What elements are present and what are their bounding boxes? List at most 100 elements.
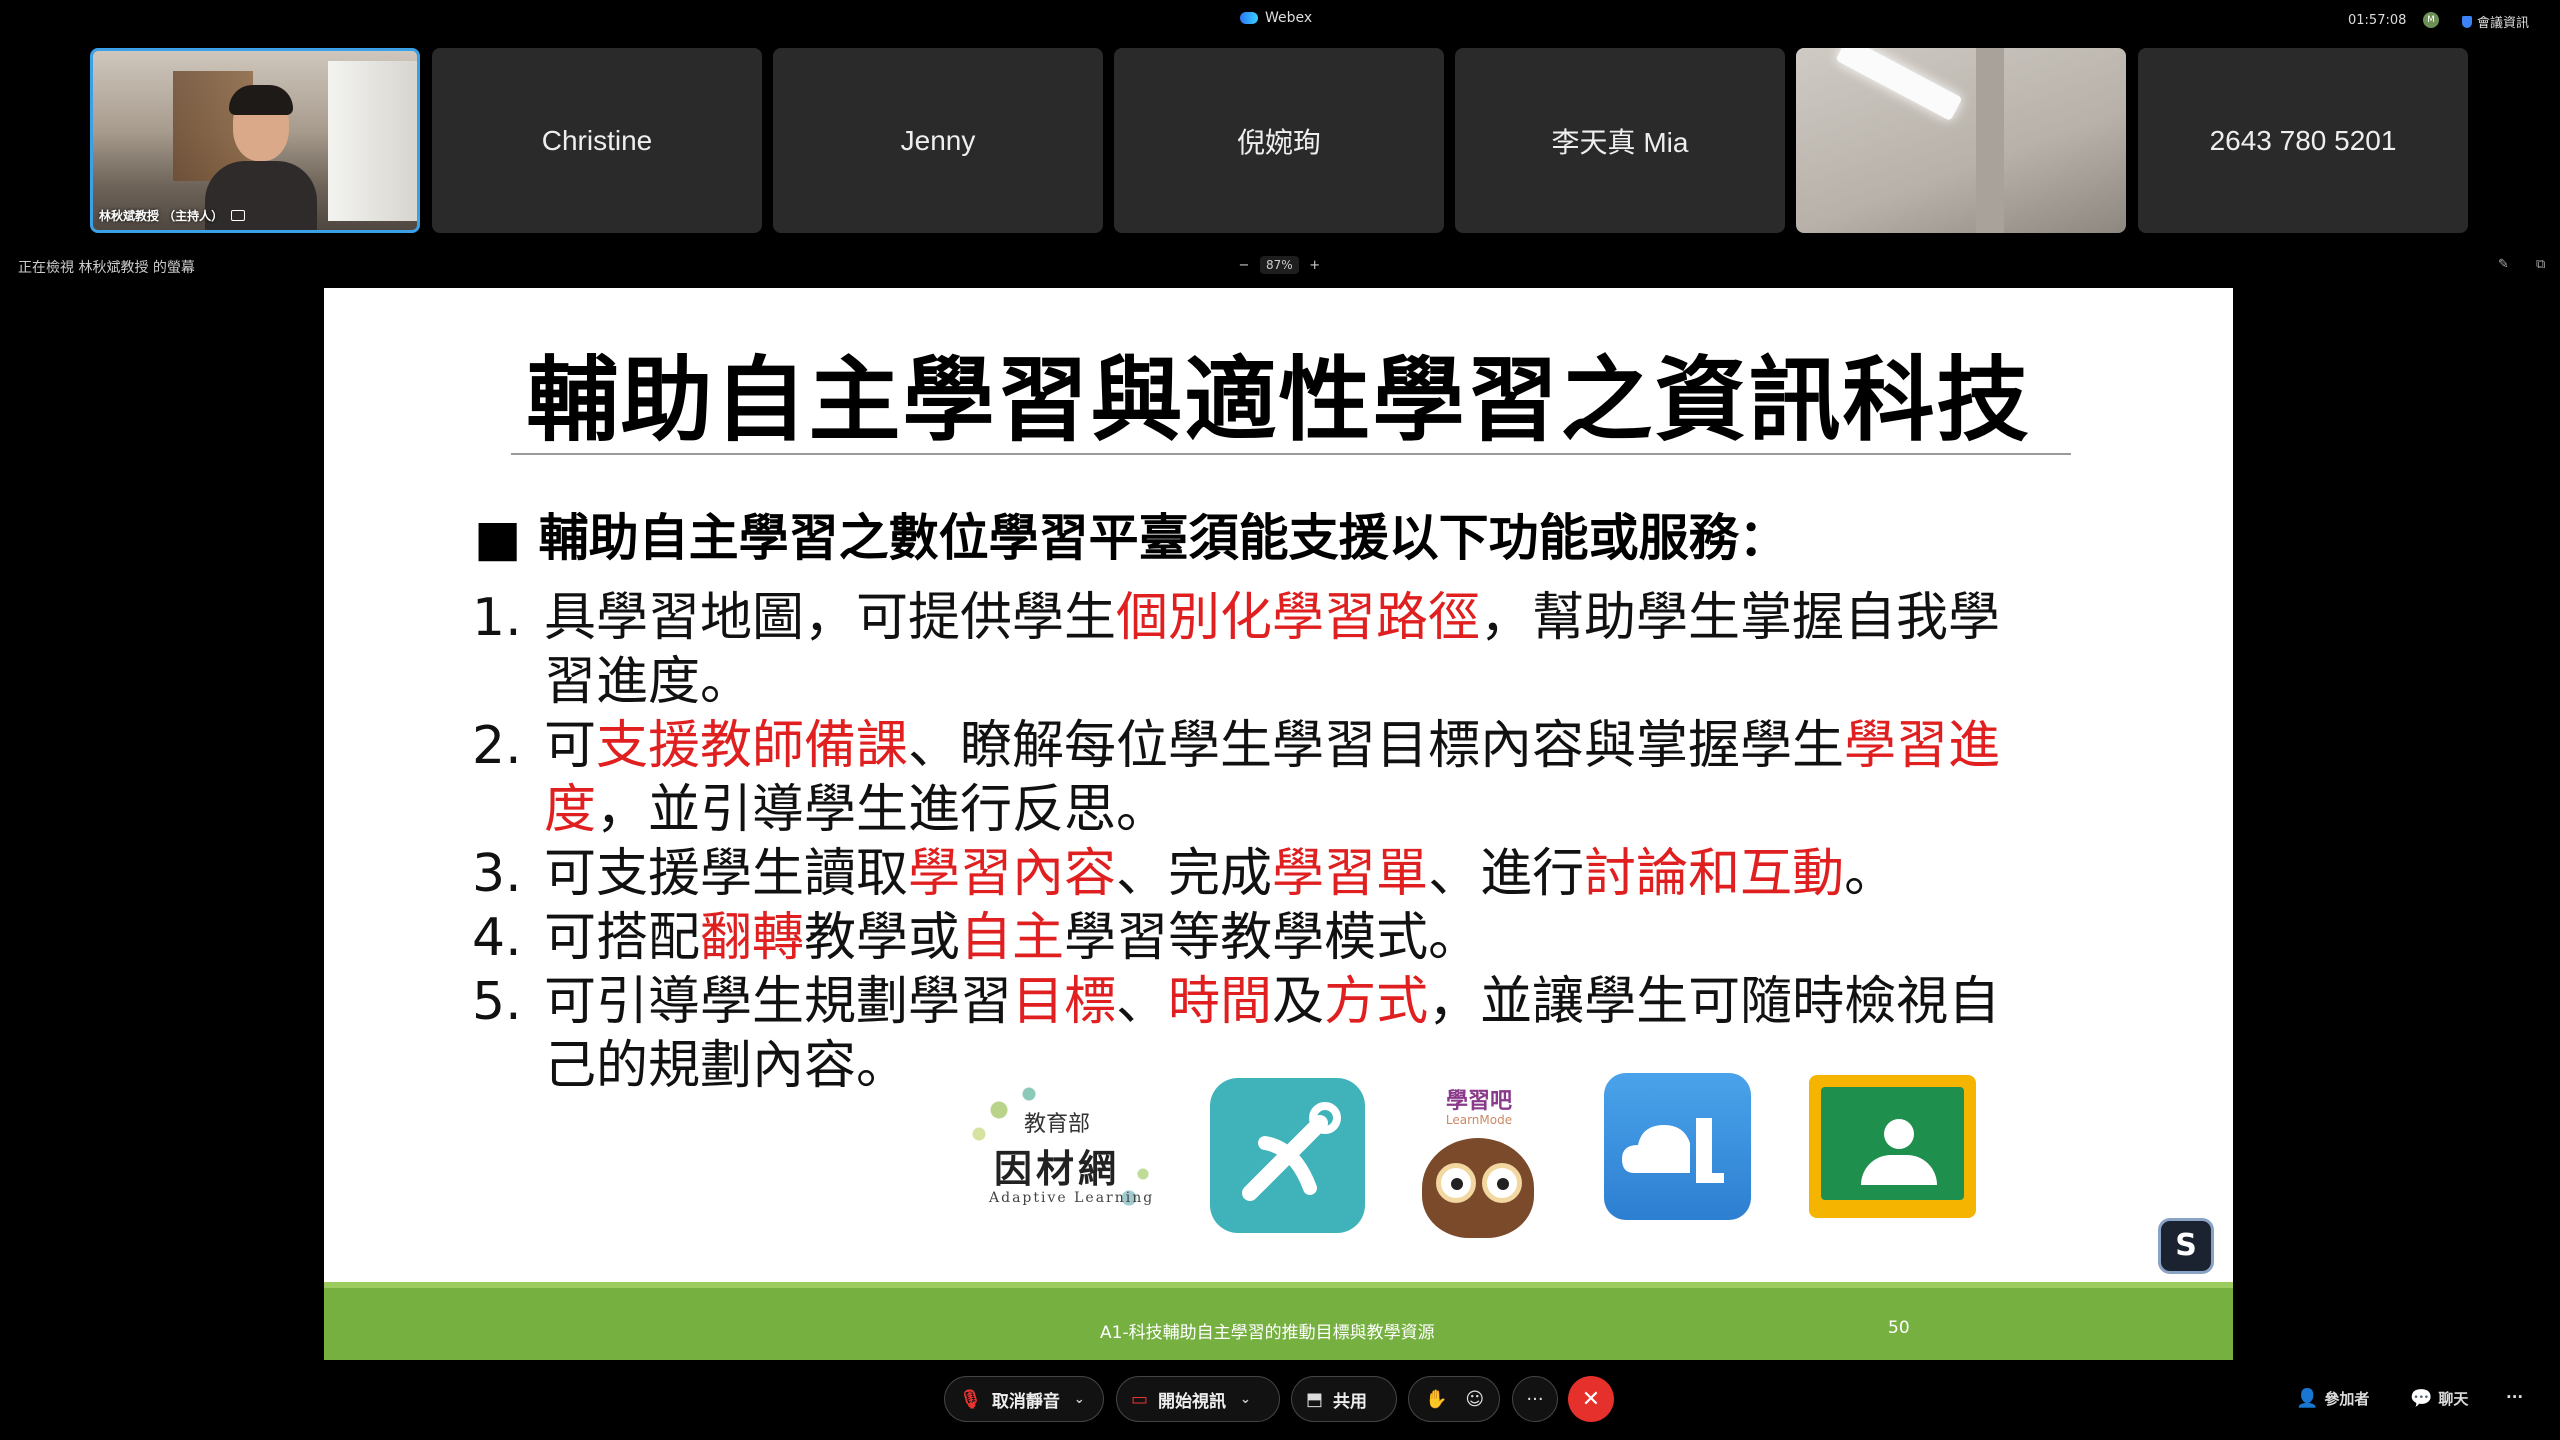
- highlight-text: 自主: [960, 908, 1065, 968]
- moe-logo-line1: 教育部: [1024, 1112, 1091, 1137]
- webex-logo-icon: [1240, 12, 1258, 24]
- unmute-button[interactable]: 🎙 取消靜音 ⌄: [944, 1376, 1104, 1422]
- body-text: 、進行: [1428, 844, 1585, 904]
- chevron-down-icon[interactable]: ⌄: [1074, 1392, 1085, 1407]
- classroom-person-head: [1884, 1119, 1914, 1149]
- moe-logo-line2: 因材網: [994, 1146, 1121, 1191]
- body-text: 教學或: [804, 908, 961, 968]
- reactions-icon[interactable]: ☺: [1465, 1389, 1484, 1410]
- participant-name: 李天真 Mia: [1551, 126, 1689, 158]
- unmute-label: 取消靜音: [991, 1391, 1060, 1412]
- participants-button[interactable]: 👤 參加者: [2296, 1388, 2369, 1409]
- share-label: 共用: [1333, 1391, 1368, 1412]
- slide-list-item: 2. 可支援教師備課、瞭解每位學生學習目標內容與掌握學生學習進度，並引導學生進行反…: [472, 714, 2052, 842]
- zoom-out-button[interactable]: −: [1236, 258, 1252, 273]
- body-text: ，並引導學生進行反思。: [596, 780, 1169, 840]
- more-options-button[interactable]: ···: [1512, 1376, 1558, 1422]
- start-video-button[interactable]: ▭ 開始視訊 ⌄: [1116, 1376, 1280, 1422]
- learnmode-name: 學習吧: [1445, 1089, 1512, 1114]
- highlight-text: 個別化學習路徑: [1116, 588, 1481, 648]
- participant-tile[interactable]: 2643 780 5201: [2138, 48, 2468, 233]
- participant-tile-video[interactable]: [1796, 48, 2126, 233]
- participant-tile[interactable]: 倪婉珣: [1114, 48, 1444, 233]
- highlight-text: 學習單: [1272, 844, 1429, 904]
- slide-list-item: 4. 可搭配翻轉教學或自主學習等教學模式。: [472, 906, 2052, 970]
- viewing-share-label: 正在檢視 林秋斌教授 的螢幕: [18, 260, 195, 276]
- chat-bubble-icon: 💬: [2410, 1388, 2433, 1409]
- app-name: Webex: [1265, 10, 1313, 26]
- shield-icon: [2462, 15, 2472, 28]
- classroom-board: [1821, 1087, 1964, 1200]
- owl-eye-right: [1482, 1163, 1522, 1203]
- google-classroom-logo: [1809, 1075, 1976, 1218]
- video-off-icon: ▭: [1131, 1388, 1149, 1410]
- slide-list-number: 1.: [472, 588, 522, 648]
- reactions-group: ✋ ☺: [1408, 1376, 1500, 1422]
- body-text: 學習等教學模式。: [1064, 908, 1481, 968]
- slide-title: 輔助自主學習與適性學習之資訊科技: [526, 347, 2031, 454]
- body-text: 、: [1116, 972, 1169, 1032]
- chevron-down-icon[interactable]: ⌄: [1240, 1392, 1251, 1407]
- muted-mic-icon: 🎙: [959, 1388, 982, 1410]
- slide-divider: [511, 453, 2071, 455]
- app-title: Webex: [1240, 10, 1312, 26]
- slide-page-number: 50: [1888, 1318, 1910, 1338]
- participant-tile[interactable]: 李天真 Mia: [1455, 48, 1785, 233]
- overflow-menu-button[interactable]: ···: [2506, 1388, 2523, 1406]
- person-icon: 👤: [2296, 1388, 2319, 1409]
- zoom-in-button[interactable]: +: [1307, 258, 1323, 273]
- meeting-info-label: 會議資訊: [2477, 16, 2530, 31]
- cloud-icon: [1622, 1118, 1724, 1183]
- slide-list-number: 5.: [472, 972, 522, 1032]
- body-text: 可引導學生規劃學習: [544, 972, 1013, 1032]
- participant-tile[interactable]: Christine: [432, 48, 762, 233]
- cloud-app-logo: [1604, 1073, 1751, 1220]
- participant-tile-host[interactable]: 林秋斌教授 （主持人）: [90, 48, 420, 233]
- body-text: 可搭配: [544, 908, 701, 968]
- host-name-label: 林秋斌教授 （主持人）: [99, 207, 246, 224]
- slido-s-icon[interactable]: S: [2158, 1218, 2214, 1274]
- slide-heading: ■ 輔助自主學習之數位學習平臺須能支援以下功能或服務：: [474, 509, 1789, 567]
- slide-list-text: 可支援教師備課、瞭解每位學生學習目標內容與掌握學生學習進度，並引導學生進行反思。: [544, 714, 2052, 842]
- title-bar: Webex 01:57:08 M 會議資訊: [0, 0, 2560, 44]
- pop-out-icon[interactable]: ⧉: [2536, 257, 2545, 272]
- participants-label: 參加者: [2324, 1390, 2370, 1408]
- highlight-text: 翻轉: [700, 908, 805, 968]
- meeting-info-button[interactable]: 會議資訊: [2462, 12, 2529, 31]
- body-text: 可: [544, 716, 597, 776]
- participant-name: Christine: [541, 124, 653, 156]
- owl-eye-left: [1436, 1163, 1476, 1203]
- start-video-label: 開始視訊: [1158, 1391, 1227, 1412]
- slide-list-text: 可支援學生讀取學習內容、完成學習單、進行討論和互動。: [544, 842, 2052, 906]
- teal-app-glyph-icon: [1242, 1102, 1341, 1201]
- meeting-clock: 01:57:08: [2348, 13, 2407, 28]
- slide-list-text: 具學習地圖，可提供學生個別化學習路徑，幫助學生掌握自我學習進度。: [544, 586, 2052, 714]
- slide-bullet-list: 1. 具學習地圖，可提供學生個別化學習路徑，幫助學生掌握自我學習進度。 2. 可支援教…: [472, 586, 2052, 1098]
- body-text: 及: [1272, 972, 1325, 1032]
- slide-list-text: 可搭配翻轉教學或自主學習等教學模式。: [544, 906, 2052, 970]
- meeting-controls: 🎙 取消靜音 ⌄ ▭ 開始視訊 ⌄ ⬒ 共用 ✋ ☺ ··· ✕ 👤 參加者 💬…: [0, 1372, 2560, 1428]
- zoom-level[interactable]: 87%: [1260, 256, 1299, 274]
- share-button[interactable]: ⬒ 共用: [1291, 1376, 1397, 1422]
- classroom-person-body: [1861, 1155, 1937, 1185]
- slide-list-number: 3.: [472, 844, 522, 904]
- body-text: 、瞭解每位學生學習目標內容與掌握學生: [908, 716, 1845, 776]
- highlight-text: 時間: [1168, 972, 1273, 1032]
- highlight-text: 方式: [1324, 972, 1429, 1032]
- chat-button[interactable]: 💬 聊天: [2410, 1388, 2468, 1409]
- body-text: 。: [1844, 844, 1897, 904]
- highlight-text: 討論和互動: [1584, 844, 1845, 904]
- slide-list-item: 1. 具學習地圖，可提供學生個別化學習路徑，幫助學生掌握自我學習進度。: [472, 586, 2052, 714]
- slide-list-number: 2.: [472, 716, 522, 776]
- presence-status-icon[interactable]: M: [2423, 12, 2439, 28]
- slide-list-number: 4.: [472, 908, 522, 968]
- end-call-button[interactable]: ✕: [1568, 1376, 1614, 1422]
- teal-app-logo: [1210, 1078, 1365, 1233]
- participant-tile[interactable]: Jenny: [773, 48, 1103, 233]
- raise-hand-icon[interactable]: ✋: [1425, 1389, 1447, 1410]
- adaptive-learning-logo: 教育部 因材網 Adaptive Learning: [959, 1078, 1159, 1238]
- slide-footer-text: A1-科技輔助自主學習的推動目標與教學資源: [1100, 1323, 1435, 1343]
- highlight-text: 目標: [1012, 972, 1117, 1032]
- annotate-icon[interactable]: ✎: [2498, 257, 2509, 272]
- share-screen-icon: ⬒: [1306, 1388, 1324, 1410]
